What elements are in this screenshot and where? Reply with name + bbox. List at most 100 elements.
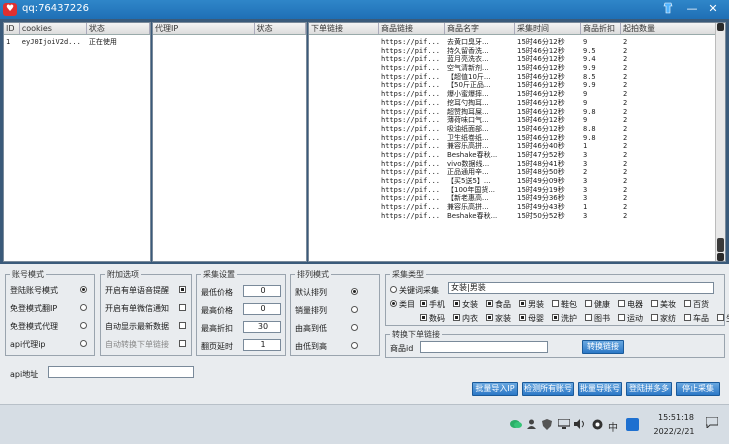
column-header[interactable]: ID xyxy=(4,23,20,34)
api-address-input[interactable] xyxy=(48,366,194,378)
keyword-input[interactable]: 女装|男装 xyxy=(448,282,714,294)
notification-icon[interactable] xyxy=(705,416,719,431)
table-row[interactable]: https://pif... Beshake春秋... 15时47分52秒 3 2 xyxy=(309,151,725,160)
people-icon[interactable] xyxy=(526,419,537,432)
check-accounts-button[interactable]: 检测所有账号 xyxy=(522,382,574,396)
min-price-input[interactable]: 0 xyxy=(243,285,281,297)
column-header[interactable]: 状态 xyxy=(255,23,306,34)
table-row[interactable]: https://pif... 正品通用辛... 15时48分50秒 2 2 xyxy=(309,168,725,177)
table-row[interactable]: https://pif... Beshake春秋... 15时50分52秒 3 2 xyxy=(309,212,725,221)
table-row[interactable]: https://pif... 空气清新剂... 15时46分12秒 9.9 2 xyxy=(309,64,725,73)
table-row[interactable]: https://pif... 挖耳勺掏耳... 15时46分12秒 9 2 xyxy=(309,99,725,108)
table-row[interactable]: https://pif... 爆小蜜爆摔... 15时46分12秒 9 2 xyxy=(309,90,725,99)
convert-link-button[interactable]: 转换链接 xyxy=(582,340,624,354)
table-row[interactable]: https://pif... 蓝月亮洗衣... 15时46分12秒 9.4 2 xyxy=(309,55,725,64)
table-row[interactable]: https://pif... 持久留香洗... 15时46分12秒 9.5 2 xyxy=(309,47,725,56)
table-row[interactable]: https://pif... 兼容乐高拼... 15时49分43秒 1 2 xyxy=(309,203,725,212)
ime-indicator[interactable]: 中 xyxy=(608,419,618,434)
category-checkbox[interactable] xyxy=(420,314,427,321)
clock-time[interactable]: 15:51:18 xyxy=(658,413,694,422)
category-checkbox[interactable] xyxy=(486,300,493,307)
table-row[interactable]: https://pif... 兼容乐高拼... 15时46分40秒 1 2 xyxy=(309,142,725,151)
column-header[interactable]: 下单链接 xyxy=(309,23,379,34)
table-row[interactable]: https://pif... 【买5送5】... 15时49分09秒 3 2 xyxy=(309,177,725,186)
wechat-notify-checkbox[interactable] xyxy=(179,304,186,311)
import-accounts-button[interactable]: 批量导账号 xyxy=(578,382,622,396)
scroll-thumb[interactable] xyxy=(717,238,724,252)
table-row[interactable]: https://pif... 超赞掏耳屎... 15时46分12秒 9.8 2 xyxy=(309,108,725,117)
category-checkbox[interactable] xyxy=(519,314,526,321)
default-sort-radio[interactable] xyxy=(351,288,358,295)
minimize-icon[interactable]: — xyxy=(684,2,700,16)
high-to-low-radio[interactable] xyxy=(351,324,358,331)
free-login-ip-radio[interactable] xyxy=(80,304,87,311)
column-header[interactable]: 商品名字 xyxy=(445,23,515,34)
table-row[interactable]: https://pif... 卫生纸卷纸... 15时46分12秒 9.8 2 xyxy=(309,134,725,143)
login-pdd-button[interactable]: 登陆拼多多 xyxy=(626,382,672,396)
product-id-input[interactable] xyxy=(420,341,548,353)
stop-collect-button[interactable]: 停止采集 xyxy=(676,382,720,396)
category-checkbox[interactable] xyxy=(552,300,559,307)
record-icon[interactable] xyxy=(592,419,603,433)
page-delay-input[interactable]: 1 xyxy=(243,339,281,351)
table-row[interactable]: https://pif... 【新老惠高... 15时49分36秒 3 2 xyxy=(309,194,725,203)
network-icon[interactable] xyxy=(557,418,571,432)
free-login-proxy-radio[interactable] xyxy=(80,322,87,329)
table-row[interactable]: https://pif... 【超值10斤... 15时46分12秒 8.5 2 xyxy=(309,73,725,82)
volume-icon[interactable] xyxy=(574,419,586,432)
low-to-high-radio[interactable] xyxy=(351,342,358,349)
login-account-radio[interactable] xyxy=(80,286,87,293)
api-proxy-radio[interactable] xyxy=(80,340,87,347)
column-header[interactable]: 商品链接 xyxy=(379,23,445,34)
account-grid[interactable]: ID cookies 状态 1 eyJ0IjoiV2d... 正在使用 xyxy=(3,22,151,262)
category-collect-radio[interactable] xyxy=(390,300,397,307)
category-checkbox[interactable] xyxy=(618,314,625,321)
category-checkbox[interactable] xyxy=(453,314,460,321)
category-checkbox[interactable] xyxy=(684,314,691,321)
auto-convert-link-checkbox[interactable] xyxy=(179,340,186,347)
category-checkbox[interactable] xyxy=(585,300,592,307)
table-row[interactable]: 1 eyJ0IjoiV2d... 正在使用 xyxy=(4,38,150,47)
auto-show-latest-checkbox[interactable] xyxy=(179,322,186,329)
category-checkbox[interactable] xyxy=(651,300,658,307)
table-row[interactable]: https://pif... 吸油纸面部... 15时46分12秒 8.8 2 xyxy=(309,125,725,134)
category-checkbox[interactable] xyxy=(552,314,559,321)
table-row[interactable]: https://pif... 【50斤正品... 15时46分12秒 9.9 2 xyxy=(309,81,725,90)
category-checkbox[interactable] xyxy=(453,300,460,307)
input-method-icon[interactable] xyxy=(626,418,639,431)
import-ip-button[interactable]: 批量导入IP xyxy=(472,382,518,396)
table-row[interactable]: https://pif... 去黄口臭牙... 15时46分12秒 9 2 xyxy=(309,38,725,47)
column-header[interactable]: 采集时间 xyxy=(515,23,581,34)
column-header[interactable]: 代理IP xyxy=(153,23,255,34)
shield-icon[interactable] xyxy=(542,419,552,433)
category-checkbox[interactable] xyxy=(519,300,526,307)
category-checkbox[interactable] xyxy=(486,314,493,321)
category-checkbox[interactable] xyxy=(717,314,724,321)
skin-icon[interactable] xyxy=(660,2,676,16)
clock-date[interactable]: 2022/2/21 xyxy=(650,427,698,436)
scroll-up-arrow-icon[interactable] xyxy=(717,23,724,31)
category-checkbox[interactable] xyxy=(618,300,625,307)
column-header[interactable]: 商品折扣 xyxy=(581,23,621,34)
product-grid[interactable]: 下单链接 商品链接 商品名字 采集时间 商品折扣 起拍数量 https://pi… xyxy=(308,22,726,262)
sales-sort-radio[interactable] xyxy=(351,306,358,313)
category-checkbox[interactable] xyxy=(420,300,427,307)
close-icon[interactable]: ✕ xyxy=(705,2,721,16)
keyword-collect-radio[interactable] xyxy=(390,286,397,293)
column-header[interactable]: cookies xyxy=(20,23,87,34)
product-grid-scrollbar[interactable] xyxy=(715,23,725,261)
proxy-grid[interactable]: 代理IP 状态 xyxy=(152,22,307,262)
table-row[interactable]: https://pif... 【100年国货... 15时49分19秒 3 2 xyxy=(309,186,725,195)
category-checkbox[interactable] xyxy=(651,314,658,321)
wechat-icon[interactable] xyxy=(510,419,522,432)
category-checkbox[interactable] xyxy=(684,300,691,307)
max-discount-input[interactable]: 30 xyxy=(243,321,281,333)
column-header[interactable]: 状态 xyxy=(87,23,150,34)
table-row[interactable]: https://pif... vivo数据线... 15时48分41秒 3 2 xyxy=(309,160,725,169)
max-price-input[interactable]: 0 xyxy=(243,303,281,315)
column-header[interactable]: 起拍数量 xyxy=(621,23,717,34)
table-row[interactable]: https://pif... 薄荷味口气... 15时46分12秒 9 2 xyxy=(309,116,725,125)
scroll-down-arrow-icon[interactable] xyxy=(717,253,724,261)
voice-alert-checkbox[interactable] xyxy=(179,286,186,293)
category-checkbox[interactable] xyxy=(585,314,592,321)
